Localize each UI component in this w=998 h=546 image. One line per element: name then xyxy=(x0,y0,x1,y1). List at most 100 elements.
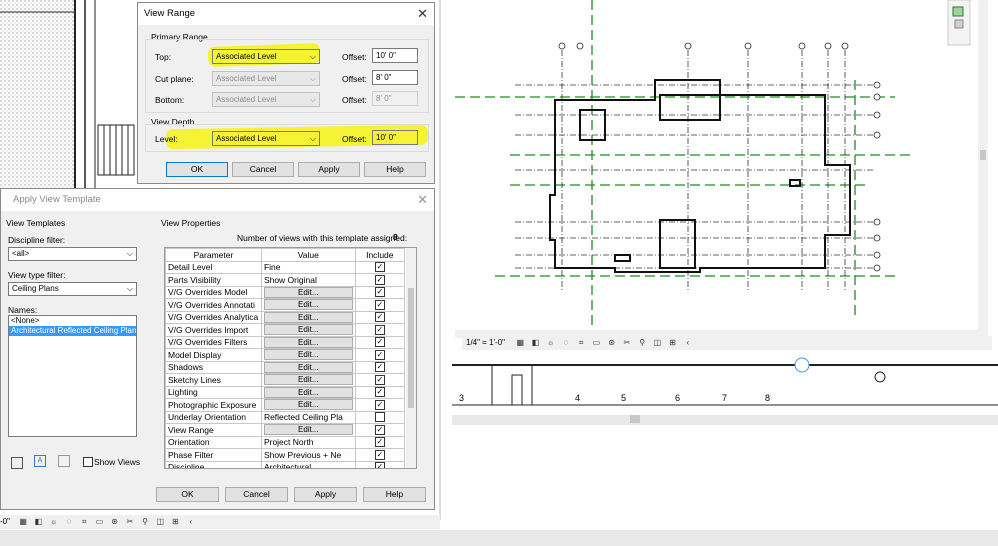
include-checkbox[interactable]: ✓ xyxy=(374,262,385,273)
detail-level-icon[interactable]: ▦ xyxy=(18,517,28,526)
discipline-filter-select[interactable]: <all> ⌵ xyxy=(8,247,137,261)
cancel-button[interactable]: Cancel xyxy=(232,162,294,177)
scale-label[interactable]: 1/4" = 1'-0" xyxy=(466,338,505,347)
ok-button[interactable]: OK xyxy=(156,487,219,502)
chevron-left-icon[interactable]: ‹ xyxy=(683,338,693,347)
table-row[interactable]: Detail Level Fine ✓ xyxy=(165,260,406,274)
include-checkbox[interactable]: ✓ xyxy=(374,324,385,335)
hidden-elements-icon[interactable]: ⊛ xyxy=(110,517,120,526)
table-row[interactable]: V/G Overrides Import Edit... ✓ xyxy=(165,323,406,337)
include-checkbox[interactable]: ✓ xyxy=(374,312,385,323)
pin-icon[interactable]: ⚲ xyxy=(637,338,647,347)
include-checkbox[interactable]: ✓ xyxy=(374,349,385,360)
level-select[interactable]: Associated Level ⌵ xyxy=(212,131,320,146)
temporary-hide-icon[interactable]: ◫ xyxy=(652,338,662,347)
edit-button[interactable]: Edit... xyxy=(263,399,353,411)
table-scrollbar[interactable] xyxy=(406,248,416,468)
ok-button[interactable]: OK xyxy=(166,162,228,177)
help-button[interactable]: Help xyxy=(363,487,426,502)
shadows-icon[interactable]: ◌ xyxy=(64,517,74,526)
table-row[interactable]: V/G Overrides Filters Edit... ✓ xyxy=(165,335,406,349)
include-checkbox[interactable]: ✓ xyxy=(374,462,385,468)
close-icon[interactable]: ✕ xyxy=(417,3,428,25)
include-checkbox[interactable]: ✓ xyxy=(374,437,385,448)
visual-style-icon[interactable]: ◧ xyxy=(530,338,540,347)
crop-icon[interactable]: ⌗ xyxy=(576,338,586,347)
table-row[interactable]: Lighting Edit... ✓ xyxy=(165,385,406,399)
reveal-icon[interactable]: ✂ xyxy=(125,517,135,526)
analytical-icon[interactable]: ⊞ xyxy=(668,338,678,347)
include-checkbox[interactable]: ✓ xyxy=(374,399,385,410)
analytical-icon[interactable]: ⊞ xyxy=(171,517,181,526)
list-item[interactable]: <None> xyxy=(9,316,136,326)
include-checkbox[interactable]: ✓ xyxy=(374,287,385,298)
table-row[interactable]: V/G Overrides Analytica Edit... ✓ xyxy=(165,310,406,324)
table-row[interactable]: View Range Edit... ✓ xyxy=(165,423,406,437)
edit-button[interactable]: Edit... xyxy=(263,286,353,298)
top-select[interactable]: Associated Level ⌵ xyxy=(212,49,320,64)
list-item-selected[interactable]: Architectural Reflected Ceiling Plan xyxy=(9,326,136,336)
pin-icon[interactable]: ⚲ xyxy=(140,517,150,526)
table-row[interactable]: Parts Visibility Show Original ✓ xyxy=(165,273,406,287)
crop-region-icon[interactable]: ▭ xyxy=(591,338,601,347)
shadows-icon[interactable]: ◌ xyxy=(561,338,571,347)
table-row[interactable]: Sketchy Lines Edit... ✓ xyxy=(165,373,406,387)
show-views-label: Show Views xyxy=(94,457,141,467)
table-row[interactable]: Orientation Project North ✓ xyxy=(165,435,406,449)
sun-path-icon[interactable]: ☼ xyxy=(49,517,59,526)
include-checkbox[interactable]: ✓ xyxy=(374,424,385,435)
cancel-button[interactable]: Cancel xyxy=(225,487,288,502)
table-row[interactable]: Discipline Architectural ✓ xyxy=(165,460,406,468)
view-type-filter-select[interactable]: Ceiling Plans ⌵ xyxy=(8,282,137,296)
apply-button[interactable]: Apply xyxy=(294,487,357,502)
close-icon[interactable]: ✕ xyxy=(417,189,428,211)
include-checkbox[interactable]: ✓ xyxy=(374,387,385,398)
table-row[interactable]: Shadows Edit... ✓ xyxy=(165,360,406,374)
rename-icon[interactable]: A xyxy=(34,455,46,467)
top-offset-field[interactable]: 10' 0" xyxy=(372,48,418,63)
edit-button[interactable]: Edit... xyxy=(263,374,353,386)
include-checkbox[interactable]: ✓ xyxy=(374,449,385,460)
scale-label-left[interactable]: -0" xyxy=(0,517,10,526)
edit-button[interactable]: Edit... xyxy=(263,311,353,323)
edit-button[interactable]: Edit... xyxy=(263,349,353,361)
floor-plan-canvas[interactable] xyxy=(455,0,998,355)
include-checkbox[interactable]: ✓ xyxy=(374,337,385,348)
include-checkbox[interactable]: ✓ xyxy=(374,299,385,310)
apply-button[interactable]: Apply xyxy=(298,162,360,177)
table-row[interactable]: Phase Filter Show Previous + Ne ✓ xyxy=(165,448,406,462)
edit-button[interactable]: Edit... xyxy=(263,336,353,348)
scroll-thumb[interactable] xyxy=(408,288,414,408)
edit-button[interactable]: Edit... xyxy=(263,324,353,336)
edit-button[interactable]: Edit... xyxy=(263,361,353,373)
names-list[interactable]: <None> Architectural Reflected Ceiling P… xyxy=(8,315,137,437)
navigation-bar[interactable] xyxy=(950,5,970,40)
hidden-elements-icon[interactable]: ⊛ xyxy=(607,338,617,347)
table-row[interactable]: Underlay Orientation Reflected Ceiling Pl… xyxy=(165,410,406,424)
include-checkbox[interactable]: ✓ xyxy=(374,374,385,385)
include-checkbox[interactable]: ✓ xyxy=(374,362,385,373)
crop-region-icon[interactable]: ▭ xyxy=(94,517,104,526)
crop-icon[interactable]: ⌗ xyxy=(79,517,89,526)
chevron-left-icon[interactable]: ‹ xyxy=(186,517,196,526)
show-views-checkbox[interactable] xyxy=(83,457,93,467)
visual-style-icon[interactable]: ◧ xyxy=(33,517,43,526)
include-checkbox[interactable] xyxy=(374,412,385,423)
edit-button[interactable]: Edit... xyxy=(263,299,353,311)
duplicate-icon[interactable] xyxy=(11,457,23,469)
edit-button[interactable]: Edit... xyxy=(263,386,353,398)
delete-icon[interactable] xyxy=(58,455,70,467)
include-checkbox[interactable]: ✓ xyxy=(374,274,385,285)
detail-level-icon[interactable]: ▦ xyxy=(515,338,525,347)
level-offset-field[interactable]: 10' 0" xyxy=(372,130,418,145)
temporary-hide-icon[interactable]: ◫ xyxy=(155,517,165,526)
table-row[interactable]: Model Display Edit... ✓ xyxy=(165,348,406,362)
table-row[interactable]: V/G Overrides Annotati Edit... ✓ xyxy=(165,298,406,312)
help-button[interactable]: Help xyxy=(364,162,426,177)
table-row[interactable]: Photographic Exposure Edit... ✓ xyxy=(165,398,406,412)
sun-path-icon[interactable]: ☼ xyxy=(546,338,556,347)
table-row[interactable]: V/G Overrides Model Edit... ✓ xyxy=(165,285,406,299)
reveal-icon[interactable]: ✂ xyxy=(622,338,632,347)
cut-offset-field[interactable]: 8' 0" xyxy=(372,70,418,85)
edit-button[interactable]: Edit... xyxy=(263,424,353,436)
